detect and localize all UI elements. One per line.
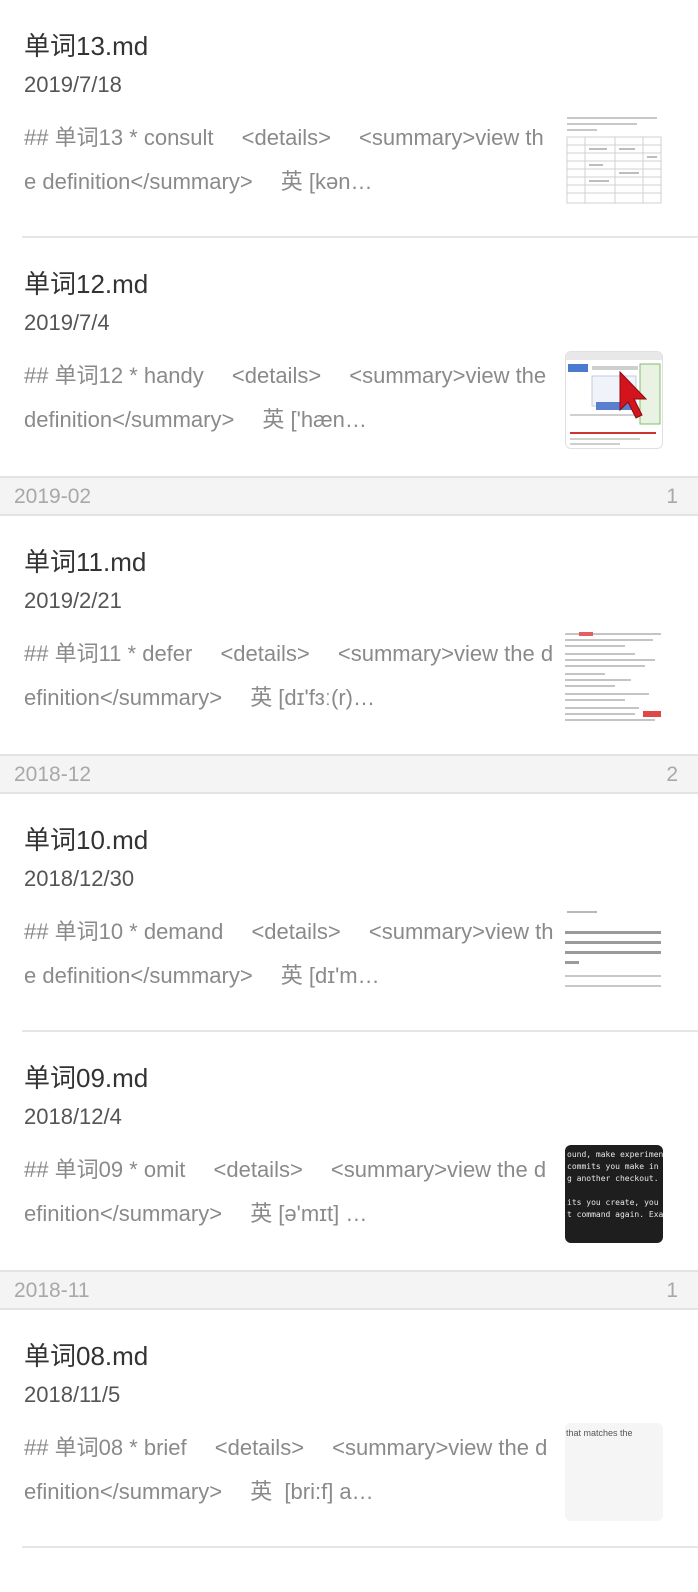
terminal-line: ound, make experiment bbox=[567, 1150, 663, 1159]
file-excerpt: ## 单词09 * omit <details> <summary>view t… bbox=[24, 1157, 547, 1226]
file-title: 单词10.md bbox=[24, 825, 149, 855]
file-date: 2018/12/4 bbox=[24, 1104, 122, 1129]
section-label: 2019-02 bbox=[14, 485, 92, 508]
section-count: 2 bbox=[666, 763, 678, 786]
file-item-12[interactable]: 单词12.md 2019/7/4 ## 单词12 * handy <detail… bbox=[0, 238, 698, 476]
file-title: 单词12.md bbox=[24, 269, 149, 299]
section-count: 1 bbox=[666, 1279, 678, 1302]
file-title: 单词11.md bbox=[24, 547, 147, 577]
terminal-line: commits you make in t bbox=[567, 1162, 663, 1171]
table-thumbnail-icon bbox=[565, 113, 663, 211]
section-header-2018-11: 2018-11 1 bbox=[0, 1270, 698, 1310]
browser-screenshot-thumbnail-icon bbox=[565, 351, 663, 449]
file-title: 单词09.md bbox=[24, 1063, 149, 1093]
file-excerpt: ## 单词11 * defer <details> <summary>view … bbox=[24, 641, 554, 710]
file-list: 单词13.md 2019/7/18 ## 单词13 * consult <det… bbox=[0, 0, 698, 1548]
section-header-2019-02: 2019-02 1 bbox=[0, 476, 698, 516]
section-count: 1 bbox=[666, 485, 678, 508]
file-title: 单词08.md bbox=[24, 1341, 149, 1371]
file-date: 2018/11/5 bbox=[24, 1382, 121, 1407]
file-date: 2019/7/18 bbox=[24, 72, 122, 97]
file-item-09[interactable]: 单词09.md 2018/12/4 ## 单词09 * omit <detail… bbox=[0, 1032, 698, 1270]
section-label: 2018-11 bbox=[14, 1279, 90, 1302]
terminal-line: t command again. Exam bbox=[567, 1210, 663, 1219]
file-excerpt: ## 单词12 * handy <details> <summary>view … bbox=[24, 363, 553, 432]
terminal-thumbnail-icon: ound, make experiment commits you make i… bbox=[565, 1145, 663, 1243]
terminal-line: its you create, you m bbox=[567, 1198, 663, 1207]
file-item-11[interactable]: 单词11.md 2019/2/21 ## 单词11 * defer <detai… bbox=[0, 516, 698, 754]
section-label: 2018-12 bbox=[14, 763, 92, 786]
file-item-10[interactable]: 单词10.md 2018/12/30 ## 单词10 * demand <det… bbox=[0, 794, 698, 1032]
snippet-text: that matches the bbox=[566, 1428, 633, 1438]
file-item-13[interactable]: 单词13.md 2019/7/18 ## 单词13 * consult <det… bbox=[0, 0, 698, 238]
file-excerpt: ## 单词08 * brief <details> <summary>view … bbox=[24, 1435, 548, 1504]
file-excerpt: ## 单词10 * demand <details> <summary>view… bbox=[24, 919, 554, 988]
section-header-2018-12: 2018-12 2 bbox=[0, 754, 698, 794]
file-title: 单词13.md bbox=[24, 31, 149, 61]
chinese-text-thumbnail-icon bbox=[565, 907, 663, 1005]
terminal-line: g another checkout. bbox=[567, 1174, 659, 1183]
file-date: 2019/2/21 bbox=[24, 588, 122, 613]
file-date: 2019/7/4 bbox=[24, 310, 110, 335]
file-item-08[interactable]: 单词08.md 2018/11/5 ## 单词08 * brief <detai… bbox=[0, 1310, 698, 1548]
file-date: 2018/12/30 bbox=[24, 866, 135, 891]
text-snippet-thumbnail-icon: that matches the bbox=[565, 1423, 663, 1521]
file-excerpt: ## 单词13 * consult <details> <summary>vie… bbox=[24, 125, 544, 194]
document-thumbnail-icon bbox=[565, 629, 663, 727]
